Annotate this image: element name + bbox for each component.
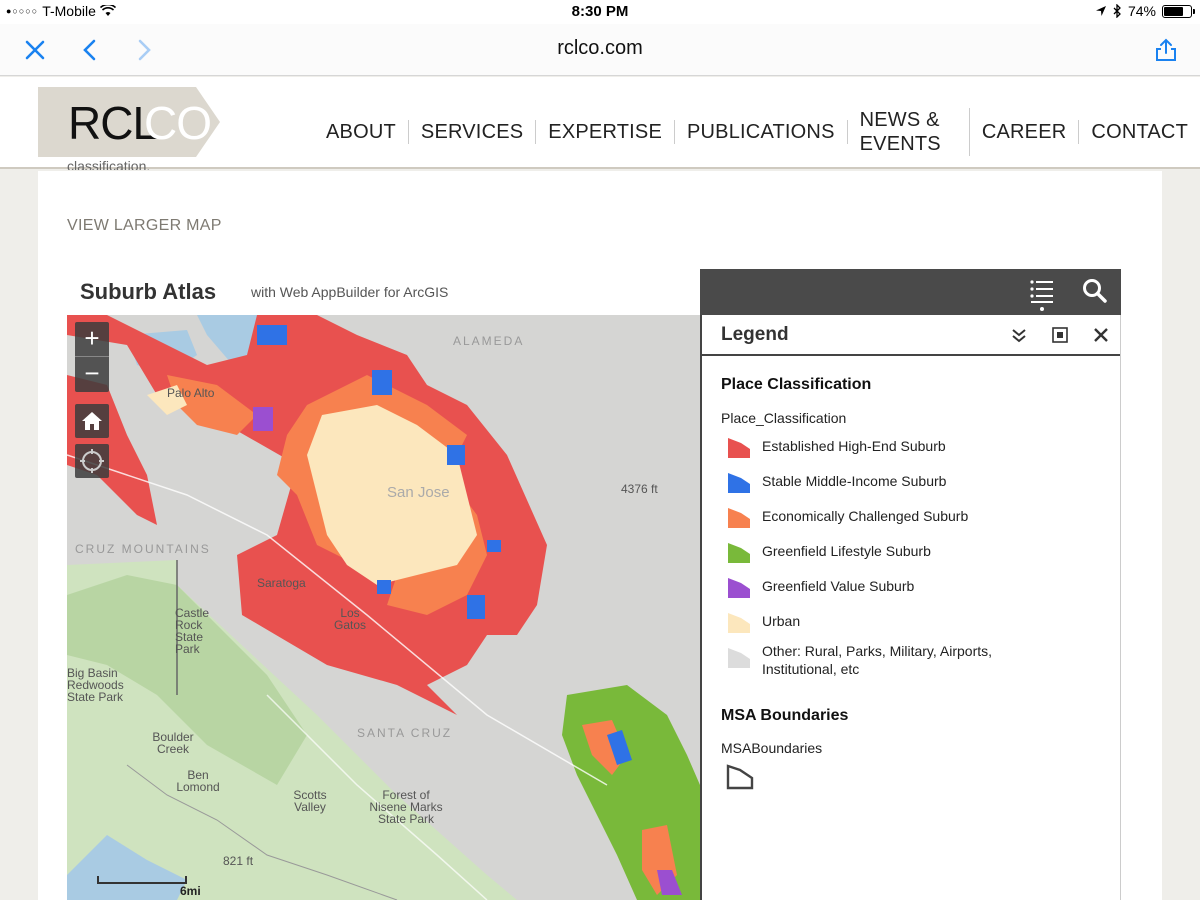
- map-label-elevation-4376: 4376 ft: [621, 482, 658, 496]
- map-view[interactable]: Palo Alto San Jose Saratoga Los Gatos Ca…: [67, 315, 700, 900]
- share-icon[interactable]: [1153, 37, 1179, 63]
- clock: 8:30 PM: [571, 3, 629, 20]
- legend-item-label: Greenfield Value Suburb: [762, 578, 915, 594]
- swatch-icon: [728, 473, 750, 493]
- section-field-msa-boundaries: MSABoundaries: [721, 740, 823, 756]
- legend-header: Legend: [702, 315, 1120, 356]
- search-icon[interactable]: [1082, 278, 1108, 304]
- legend-item: Greenfield Lifestyle Suburb: [727, 542, 1042, 564]
- map-label-los-gatos: Los Gatos: [333, 606, 366, 632]
- home-button[interactable]: [75, 404, 109, 438]
- legend-item: Economically Challenged Suburb: [727, 507, 1042, 529]
- map-label-boulder-creek: Boulder Creek: [152, 730, 194, 756]
- map-label-nisene-marks: Forest of Nisene Marks State Park: [369, 788, 443, 826]
- legend-panel: Legend Place Classification Place_Classi…: [700, 315, 1121, 900]
- swatch-icon: [728, 508, 750, 528]
- zoom-in-button[interactable]: +: [75, 322, 109, 357]
- map-label-castle-rock: Castle Rock State Park: [175, 606, 210, 656]
- nav-publications[interactable]: PUBLICATIONS: [675, 120, 848, 144]
- zoom-out-button[interactable]: −: [75, 357, 109, 392]
- status-bar: ●○○○○ T-Mobile 8:30 PM 74%: [0, 0, 1200, 24]
- app-header: Suburb Atlas with Web AppBuilder for Arc…: [67, 269, 700, 315]
- locate-icon: [80, 449, 104, 473]
- section-field-place-classification: Place_Classification: [721, 410, 847, 426]
- map-label-ben-lomond: Ben Lomond: [176, 768, 220, 794]
- app-subtitle: with Web AppBuilder for ArcGIS: [251, 284, 449, 300]
- close-panel-icon[interactable]: [1092, 326, 1110, 344]
- svg-text:CO: CO: [144, 97, 211, 149]
- map-label-palo-alto: Palo Alto: [167, 386, 215, 400]
- map-label-alameda: ALAMEDA: [453, 334, 525, 348]
- map-label-santa-cruz: SANTA CRUZ: [357, 726, 453, 740]
- legend-item-label: Economically Challenged Suburb: [762, 508, 969, 524]
- collapse-icon[interactable]: [1010, 326, 1028, 344]
- swatch-icon: [728, 543, 750, 563]
- legend-item: Established High-End Suburb: [727, 437, 1042, 459]
- legend-item-label: Stable Middle-Income Suburb: [762, 473, 947, 489]
- url-field[interactable]: rclco.com: [0, 37, 1200, 60]
- legend-item: Other: Rural, Parks, Military, Airports,…: [727, 642, 1022, 678]
- legend-item-label: Greenfield Lifestyle Suburb: [762, 543, 931, 559]
- active-dot: [1040, 307, 1044, 311]
- legend-item-label: Urban: [762, 613, 801, 629]
- clipped-paragraph: classification.: [67, 158, 151, 170]
- scale-bar: [97, 876, 187, 884]
- nav-contact[interactable]: CONTACT: [1079, 120, 1200, 144]
- site-header: RCL CO ABOUT SERVICES EXPERTISE PUBLICAT…: [0, 77, 1200, 169]
- map-label-cruz-mountains: CRUZ MOUNTAINS: [75, 542, 211, 556]
- section-title-place-classification: Place Classification: [721, 376, 872, 393]
- location-arrow-icon: [1095, 6, 1106, 16]
- layer-list-icon[interactable]: [1029, 278, 1055, 304]
- home-icon: [82, 412, 102, 430]
- legend-title: Legend: [721, 324, 789, 345]
- rclco-logo[interactable]: RCL CO: [38, 87, 220, 157]
- status-right: 74%: [1095, 3, 1195, 19]
- maximize-icon[interactable]: [1051, 326, 1069, 344]
- section-title-msa-boundaries: MSA Boundaries: [721, 707, 849, 724]
- legend-item: Urban: [727, 612, 1042, 634]
- battery-icon: [1162, 4, 1195, 18]
- map-label-big-basin: Big Basin Redwoods State Park: [67, 666, 124, 704]
- map-label-scotts-valley: Scotts Valley: [293, 788, 327, 814]
- msa-boundary-swatch-icon: [726, 764, 754, 790]
- locate-button[interactable]: [75, 444, 109, 478]
- legend-item: Greenfield Value Suburb: [727, 577, 1042, 599]
- map-label-elevation-821: 821 ft: [223, 854, 254, 868]
- browser-toolbar: rclco.com: [0, 24, 1200, 76]
- widget-toolbar: [700, 269, 1121, 315]
- swatch-icon: [728, 648, 750, 668]
- app-title: Suburb Atlas: [80, 279, 217, 304]
- scale-label: 6mi: [180, 884, 201, 898]
- nav-services[interactable]: SERVICES: [409, 120, 537, 144]
- nav-expertise[interactable]: EXPERTISE: [536, 120, 675, 144]
- swatch-icon: [728, 438, 750, 458]
- main-nav: ABOUT SERVICES EXPERTISE PUBLICATIONS NE…: [314, 108, 1200, 156]
- nav-career[interactable]: CAREER: [970, 120, 1080, 144]
- legend-item: Stable Middle-Income Suburb: [727, 472, 1042, 494]
- map-label-saratoga: Saratoga: [257, 576, 306, 590]
- legend-item-label: Other: Rural, Parks, Military, Airports,…: [762, 643, 993, 677]
- swatch-icon: [728, 578, 750, 598]
- map-label-san-jose: San Jose: [387, 484, 450, 501]
- nav-about[interactable]: ABOUT: [314, 120, 409, 144]
- bluetooth-icon: [1113, 4, 1121, 18]
- nav-news-events[interactable]: NEWS & EVENTS: [848, 108, 970, 156]
- view-larger-map-link[interactable]: VIEW LARGER MAP: [67, 217, 222, 235]
- zoom-control: + −: [75, 322, 109, 392]
- swatch-icon: [728, 613, 750, 633]
- battery-percent: 74%: [1127, 3, 1156, 19]
- legend-item-label: Established High-End Suburb: [762, 438, 946, 454]
